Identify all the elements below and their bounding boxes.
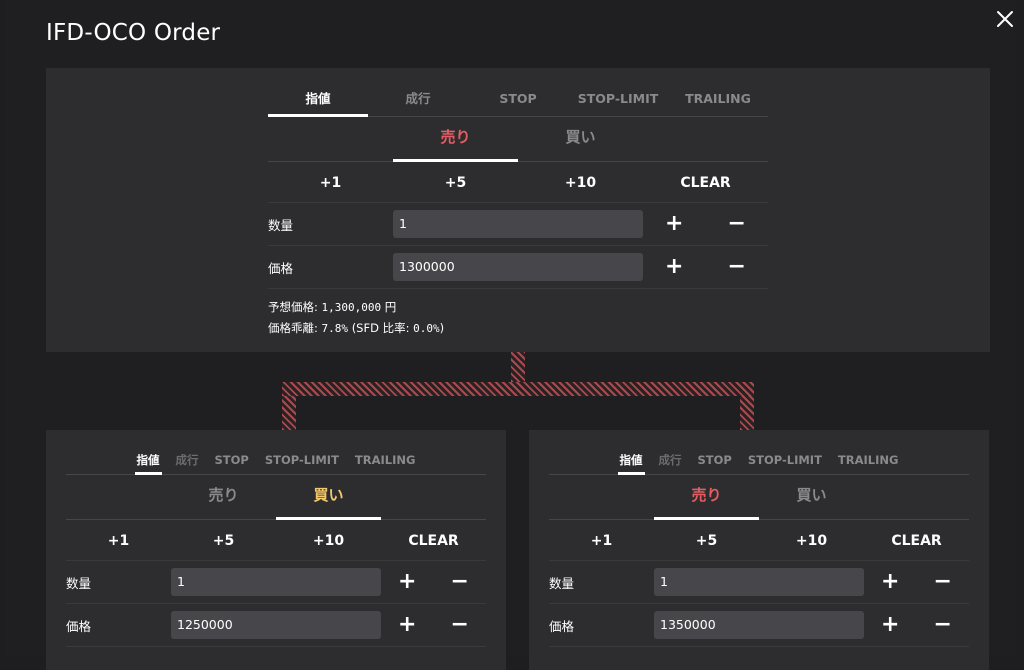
tab-trailing[interactable]: TRAILING xyxy=(668,86,768,116)
quantity-input[interactable]: 1 xyxy=(654,568,864,596)
price-decrease-button[interactable]: − xyxy=(706,253,769,281)
quantity-decrease-button[interactable]: − xyxy=(917,568,970,596)
quantity-input[interactable]: 1 xyxy=(393,210,643,238)
quantity-label: 数量 xyxy=(549,575,575,591)
tab-stop[interactable]: STOP xyxy=(468,86,568,116)
increment-buttons: +1 +5 +10 CLEAR xyxy=(549,520,969,561)
quantity-decrease-button[interactable]: − xyxy=(706,210,769,238)
tab-limit[interactable]: 指値 xyxy=(612,448,651,475)
sell-button[interactable]: 売り xyxy=(654,475,759,520)
tab-stop-limit[interactable]: STOP-LIMIT xyxy=(740,448,830,474)
tab-stop[interactable]: STOP xyxy=(207,448,257,474)
plus-5-button[interactable]: +5 xyxy=(654,520,759,560)
expected-price-line: 予想価格: 1,300,000 円 xyxy=(268,297,768,318)
price-row: 価格 1300000 + − xyxy=(268,246,768,289)
quantity-label: 数量 xyxy=(66,575,92,591)
tab-limit[interactable]: 指値 xyxy=(268,86,368,117)
plus-10-button[interactable]: +10 xyxy=(276,520,381,560)
plus-10-button[interactable]: +10 xyxy=(518,162,643,202)
oco-connector-left xyxy=(282,396,296,430)
quantity-decrease-button[interactable]: − xyxy=(434,568,487,596)
quantity-row: 数量 1 + − xyxy=(66,561,486,604)
price-label: 価格 xyxy=(268,260,294,276)
buy-button[interactable]: 買い xyxy=(759,475,864,519)
tab-market[interactable]: 成行 xyxy=(368,86,468,116)
tab-trailing[interactable]: TRAILING xyxy=(830,448,907,474)
order-info: 予想価格: 1,300,000 円 価格乖離: 7.8% (SFD 比率: 0.… xyxy=(268,297,768,339)
sell-button[interactable]: 売り xyxy=(393,117,518,162)
price-deviation-value: 7.8% xyxy=(321,322,349,335)
clear-button[interactable]: CLEAR xyxy=(381,520,486,560)
clear-button[interactable]: CLEAR xyxy=(643,162,768,202)
oco-right-form: 指値 成行 STOP STOP-LIMIT TRAILING 売り 買い +1 … xyxy=(549,448,969,647)
tab-stop-limit[interactable]: STOP-LIMIT xyxy=(568,86,668,116)
price-increase-button[interactable]: + xyxy=(864,611,917,639)
tab-limit[interactable]: 指値 xyxy=(129,448,168,475)
price-input[interactable]: 1300000 xyxy=(393,253,643,281)
price-decrease-button[interactable]: − xyxy=(434,611,487,639)
sfd-ratio-close: ) xyxy=(439,321,445,335)
oco-order-panel-right: 指値 成行 STOP STOP-LIMIT TRAILING 売り 買い +1 … xyxy=(529,430,989,670)
price-input[interactable]: 1250000 xyxy=(171,611,381,639)
price-decrease-button[interactable]: − xyxy=(917,611,970,639)
sfd-ratio-value: 0.0% xyxy=(413,322,440,335)
ifd-order-panel: 指値 成行 STOP STOP-LIMIT TRAILING 売り 買い +1 … xyxy=(46,68,990,352)
side-selector: 売り 買い xyxy=(66,475,486,520)
tab-stop-limit[interactable]: STOP-LIMIT xyxy=(257,448,347,474)
plus-10-button[interactable]: +10 xyxy=(759,520,864,560)
buy-button[interactable]: 買い xyxy=(276,475,381,520)
price-label: 価格 xyxy=(549,618,575,634)
tab-stop[interactable]: STOP xyxy=(690,448,740,474)
ifd-order-form: 指値 成行 STOP STOP-LIMIT TRAILING 売り 買い +1 … xyxy=(268,86,768,339)
sfd-ratio-label: (SFD 比率: xyxy=(351,321,410,335)
tab-market[interactable]: 成行 xyxy=(168,448,207,474)
tab-market[interactable]: 成行 xyxy=(651,448,690,474)
price-row: 価格 1350000 + − xyxy=(549,604,969,647)
dialog-title: IFD-OCO Order xyxy=(46,20,221,46)
quantity-label: 数量 xyxy=(268,217,294,233)
plus-1-button[interactable]: +1 xyxy=(549,520,654,560)
quantity-increase-button[interactable]: + xyxy=(864,568,917,596)
increment-buttons: +1 +5 +10 CLEAR xyxy=(66,520,486,561)
quantity-increase-button[interactable]: + xyxy=(643,210,706,238)
plus-5-button[interactable]: +5 xyxy=(393,162,518,202)
price-deviation-line: 価格乖離: 7.8% (SFD 比率: 0.0%) xyxy=(268,318,768,339)
ifd-connector-stem xyxy=(511,352,525,382)
plus-1-button[interactable]: +1 xyxy=(268,162,393,202)
oco-connector-bar xyxy=(282,382,754,396)
oco-order-panel-left: 指値 成行 STOP STOP-LIMIT TRAILING 売り 買い +1 … xyxy=(46,430,506,670)
oco-left-form: 指値 成行 STOP STOP-LIMIT TRAILING 売り 買い +1 … xyxy=(66,448,486,647)
quantity-row: 数量 1 + − xyxy=(549,561,969,604)
order-type-tabs: 指値 成行 STOP STOP-LIMIT TRAILING xyxy=(549,448,969,475)
order-type-tabs: 指値 成行 STOP STOP-LIMIT TRAILING xyxy=(268,86,768,117)
oco-connector-right xyxy=(740,396,754,430)
clear-button[interactable]: CLEAR xyxy=(864,520,969,560)
price-increase-button[interactable]: + xyxy=(643,253,706,281)
plus-1-button[interactable]: +1 xyxy=(66,520,171,560)
expected-price-value: 1,300,000 xyxy=(321,301,382,314)
close-icon[interactable] xyxy=(996,10,1014,28)
quantity-input[interactable]: 1 xyxy=(171,568,381,596)
expected-price-unit: 円 xyxy=(384,300,397,314)
side-selector: 売り 買い xyxy=(549,475,969,520)
side-selector: 売り 買い xyxy=(268,117,768,162)
expected-price-label: 予想価格: xyxy=(268,300,318,314)
tab-trailing[interactable]: TRAILING xyxy=(347,448,424,474)
price-input[interactable]: 1350000 xyxy=(654,611,864,639)
quantity-increase-button[interactable]: + xyxy=(381,568,434,596)
increment-buttons: +1 +5 +10 CLEAR xyxy=(268,162,768,203)
plus-5-button[interactable]: +5 xyxy=(171,520,276,560)
price-row: 価格 1250000 + − xyxy=(66,604,486,647)
sell-button[interactable]: 売り xyxy=(171,475,276,519)
buy-button[interactable]: 買い xyxy=(518,117,643,161)
price-deviation-label: 価格乖離: xyxy=(268,321,318,335)
quantity-row: 数量 1 + − xyxy=(268,203,768,246)
price-label: 価格 xyxy=(66,618,92,634)
price-increase-button[interactable]: + xyxy=(381,611,434,639)
order-type-tabs: 指値 成行 STOP STOP-LIMIT TRAILING xyxy=(66,448,486,475)
